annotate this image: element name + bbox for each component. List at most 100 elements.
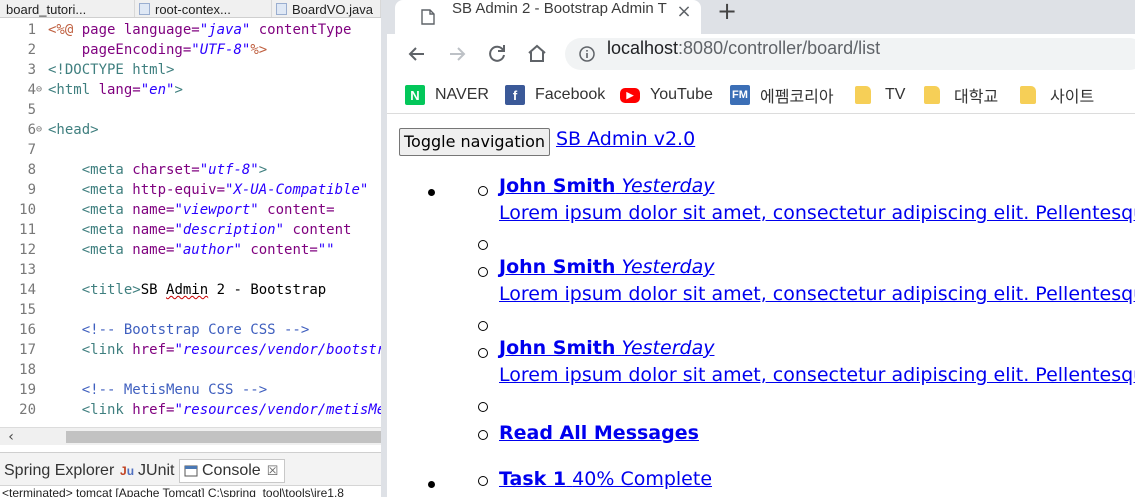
list-bullet [478, 267, 488, 277]
fmkorea-icon: FM [730, 85, 750, 105]
code-token: lang= [98, 82, 141, 98]
message-link[interactable]: John Smith Yesterday [499, 175, 714, 197]
line-number: 6 [27, 122, 36, 138]
code-text: <meta http-equiv="X-UA-Compatible" [48, 180, 369, 200]
line-number: 3 [27, 62, 36, 78]
code-line[interactable]: 7 [0, 140, 381, 160]
bookmark-1[interactable]: N NAVER [405, 84, 489, 106]
code-line[interactable]: 13 [0, 260, 381, 280]
new-tab-icon[interactable]: + [715, 0, 739, 24]
tab-spring-explorer[interactable]: Spring Explorer [4, 461, 114, 481]
message-time: Yesterday [621, 337, 715, 359]
scrollbar-thumb[interactable] [66, 431, 381, 443]
java-file-icon [276, 3, 287, 15]
horizontal-scrollbar[interactable]: ‹ [0, 427, 381, 445]
message-sender: John Smith [499, 337, 616, 359]
bookmark-4[interactable]: FM 에펨코리아 [730, 84, 834, 106]
line-number: 15 [19, 302, 36, 318]
tab-console[interactable]: Console ☒ [179, 459, 286, 483]
code-line[interactable]: 4 ⊖ <html lang="en"> [0, 80, 381, 100]
editor-tab-root-context[interactable]: root-contex... [135, 0, 272, 17]
browser-tab-active[interactable]: SB Admin 2 - Bootstrap Admin Theme × [395, 0, 701, 34]
code-token: > [258, 162, 268, 178]
console-icon [184, 465, 198, 477]
task-name: Task 1 [499, 468, 567, 490]
code-line[interactable]: 18 [0, 360, 381, 380]
code-token: page language= [81, 22, 200, 38]
code-token: <head> [48, 122, 99, 138]
code-token: name= [132, 242, 175, 258]
code-token: href= [132, 342, 175, 358]
code-line[interactable]: 1 <%@ page language="java" contentType [0, 20, 381, 40]
code-line[interactable]: 2 pageEncoding="UTF-8"%> [0, 40, 381, 60]
code-line[interactable]: 6 ⊖ <head> [0, 120, 381, 140]
browser-toolbar: localhost:8080/controller/board/list [387, 34, 1135, 74]
code-line[interactable]: 20 <link href="resources/vendor/metisMen… [0, 400, 381, 420]
message-preview[interactable]: Lorem ipsum dolor sit amet, consectetur … [499, 364, 1135, 386]
editor-tab-boardvo[interactable]: BoardVO.java [272, 0, 381, 17]
message-link[interactable]: John Smith Yesterday [499, 256, 714, 278]
editor-tab-label: board_tutori... [6, 1, 87, 17]
url-host: localhost [607, 38, 679, 58]
address-bar[interactable]: localhost:8080/controller/board/list [565, 38, 1135, 70]
scroll-left-icon[interactable]: ‹ [4, 428, 18, 446]
code-line[interactable]: 10 <meta name="viewport" content= [0, 200, 381, 220]
url-text[interactable]: localhost:8080/controller/board/list [607, 38, 880, 70]
line-number: 17 [19, 342, 36, 358]
code-token: href= [132, 402, 175, 418]
code-line[interactable]: 3 <!DOCTYPE html> [0, 60, 381, 80]
toggle-navigation-button[interactable]: Toggle navigation [399, 128, 550, 156]
code-token: <meta [48, 182, 133, 198]
editor-tab-board-tutorial[interactable]: board_tutori... [0, 0, 135, 17]
list-bullet [478, 476, 488, 486]
line-number: 5 [27, 102, 36, 118]
fold-toggle-icon[interactable]: ⊖ [36, 120, 46, 140]
code-token: <html [48, 82, 99, 98]
code-line[interactable]: 12 <meta name="author" content="" [0, 240, 381, 260]
bookmark-7[interactable]: 사이트 [1020, 84, 1094, 106]
code-token: "X-UA-Compatible" [225, 182, 369, 198]
message-preview[interactable]: Lorem ipsum dolor sit amet, consectetur … [499, 202, 1135, 224]
tab-junit[interactable]: Ju JUnit [120, 461, 174, 481]
code-token: <meta [48, 242, 133, 258]
brand-link[interactable]: SB Admin v2.0 [556, 128, 695, 154]
message-preview[interactable]: Lorem ipsum dolor sit amet, consectetur … [499, 283, 1135, 305]
message-link[interactable]: John Smith Yesterday [499, 337, 714, 359]
line-number: 13 [19, 262, 36, 278]
read-all-messages-link[interactable]: Read All Messages [499, 422, 699, 444]
close-tab-icon[interactable]: × [675, 3, 693, 21]
code-token: content [284, 222, 352, 238]
line-number: 11 [19, 222, 36, 238]
bookmark-2[interactable]: f Facebook [505, 84, 605, 106]
code-line[interactable]: 15 [0, 300, 381, 320]
code-line[interactable]: 9 <meta http-equiv="X-UA-Compatible" [0, 180, 381, 200]
code-line[interactable]: 16 <!-- Bootstrap Core CSS --> [0, 320, 381, 340]
close-console-icon[interactable]: ☒ [267, 463, 279, 479]
code-editor[interactable]: 1 <%@ page language="java" contentType 2 p… [0, 20, 381, 427]
home-icon[interactable] [523, 40, 551, 68]
bookmark-5[interactable]: TV [855, 84, 905, 106]
code-line[interactable]: 8 <meta charset="utf-8"> [0, 160, 381, 180]
info-icon[interactable] [579, 46, 595, 62]
task-link[interactable]: Task 1 40% Complete [499, 468, 712, 490]
forward-icon[interactable] [443, 40, 471, 68]
code-text: <html lang="en"> [48, 80, 183, 100]
code-token: <!DOCTYPE html> [48, 62, 175, 78]
bookmark-6[interactable]: 대학교 [924, 84, 998, 106]
code-text: <!DOCTYPE html> [48, 60, 174, 80]
line-number: 14 [19, 282, 36, 298]
code-line[interactable]: 17 <link href="resources/vendor/bootstra… [0, 340, 381, 360]
bookmark-3[interactable]: ▶ YouTube [620, 84, 713, 106]
code-line[interactable]: 5 [0, 100, 381, 120]
back-icon[interactable] [403, 40, 431, 68]
code-token: <!-- MetisMenu CSS --> [48, 382, 268, 398]
reload-icon[interactable] [483, 40, 511, 68]
code-line[interactable]: 14 <title>SB Admin 2 - Bootstrap [0, 280, 381, 300]
fold-toggle-icon[interactable]: ⊖ [36, 80, 46, 100]
code-line[interactable]: 19 <!-- MetisMenu CSS --> [0, 380, 381, 400]
bottom-panel-tabs: Spring Explorer Ju JUnit Console ☒ [0, 452, 381, 486]
console-status-line: <terminated> tomcat [Apache Tomcat] C:\s… [2, 486, 344, 497]
editor-tab-label: root-contex... [155, 1, 231, 17]
code-token: contentType [250, 22, 352, 38]
code-line[interactable]: 11 <meta name="description" content [0, 220, 381, 240]
